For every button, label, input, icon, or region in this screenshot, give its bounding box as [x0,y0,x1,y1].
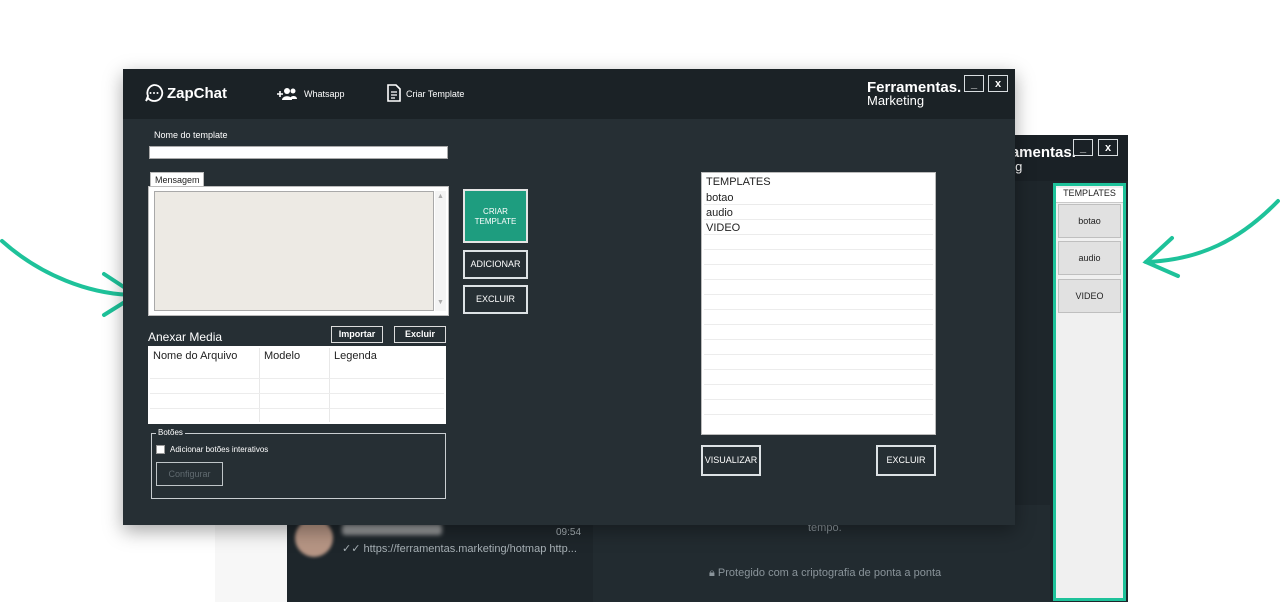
criar-template-label-line1: CRIAR [483,207,508,216]
adicionar-button[interactable]: ADICIONAR [463,250,528,279]
excluir-message-button[interactable]: EXCLUIR [463,285,528,314]
column-modelo[interactable]: Modelo [264,350,300,362]
media-table[interactable]: Nome do Arquivo Modelo Legenda [148,346,446,424]
list-row-line [704,369,933,370]
right-arrow-head-icon [1142,236,1180,278]
list-row-line [704,384,933,385]
list-row-line [704,219,933,220]
list-row-line [704,279,933,280]
importar-button[interactable]: Importar [331,326,383,343]
list-row-line [704,294,933,295]
list-row-line [704,399,933,400]
chat-bubble-icon [145,84,164,102]
message-scrollbar[interactable]: ▲ ▼ [435,191,446,311]
templates-list[interactable]: TEMPLATES botao audio VIDEO [701,172,936,435]
visualizar-button[interactable]: VISUALIZAR [701,445,761,476]
list-row-line [704,339,933,340]
template-item-audio[interactable]: audio [706,207,733,219]
nav-whatsapp[interactable]: Whatsapp [304,89,345,99]
message-tab-panel: ▲ ▼ [148,186,449,316]
left-arrow-icon [0,239,138,297]
list-row-line [704,204,933,205]
column-divider [329,348,330,422]
anexar-media-label: Anexar Media [148,330,223,344]
criar-template-button[interactable]: CRIAR TEMPLATE [463,189,528,243]
botoes-group-label: Botões [156,428,185,437]
main-window: ZapChat Whatsapp Criar Template Ferramen… [123,69,1015,525]
document-icon [387,84,401,102]
list-row-line [704,249,933,250]
table-row-line [150,408,444,409]
add-users-icon [277,88,297,100]
column-nome-do-arquivo[interactable]: Nome do Arquivo [153,350,237,362]
list-row-line [704,414,933,415]
template-item-botao[interactable]: botao [706,192,734,204]
list-row-line [704,309,933,310]
list-row-line [704,264,933,265]
interactive-buttons-checkbox-label[interactable]: Adicionar botões interativos [170,445,268,454]
configurar-button[interactable]: Configurar [156,462,223,486]
criar-template-label-line2: TEMPLATE [474,217,517,226]
list-row-line [704,354,933,355]
table-row-line [150,393,444,394]
scroll-down-icon[interactable]: ▼ [437,299,444,306]
nav-criar-template[interactable]: Criar Template [406,89,464,99]
excluir-media-button[interactable]: Excluir [394,326,446,343]
table-row-line [150,378,444,379]
app-logo: ZapChat [167,85,227,102]
list-row-line [704,324,933,325]
minimize-button[interactable]: _ [964,75,984,92]
list-row-line [704,234,933,235]
right-arrow-icon [1144,199,1280,264]
template-name-label: Nome do template [154,130,228,140]
interactive-buttons-checkbox[interactable] [156,445,165,454]
template-name-input[interactable] [149,146,448,159]
column-divider [259,348,260,422]
templates-list-header: TEMPLATES [706,176,771,188]
tab-mensagem-1[interactable]: Mensagem 1 [150,172,204,195]
message-textarea[interactable] [154,191,434,311]
template-item-video[interactable]: VIDEO [706,222,740,234]
brand-line2: Marketing [867,93,925,108]
excluir-template-button[interactable]: EXCLUIR [876,445,936,476]
scroll-up-icon[interactable]: ▲ [437,193,444,200]
column-legenda[interactable]: Legenda [334,350,377,362]
close-button[interactable]: x [988,75,1008,92]
